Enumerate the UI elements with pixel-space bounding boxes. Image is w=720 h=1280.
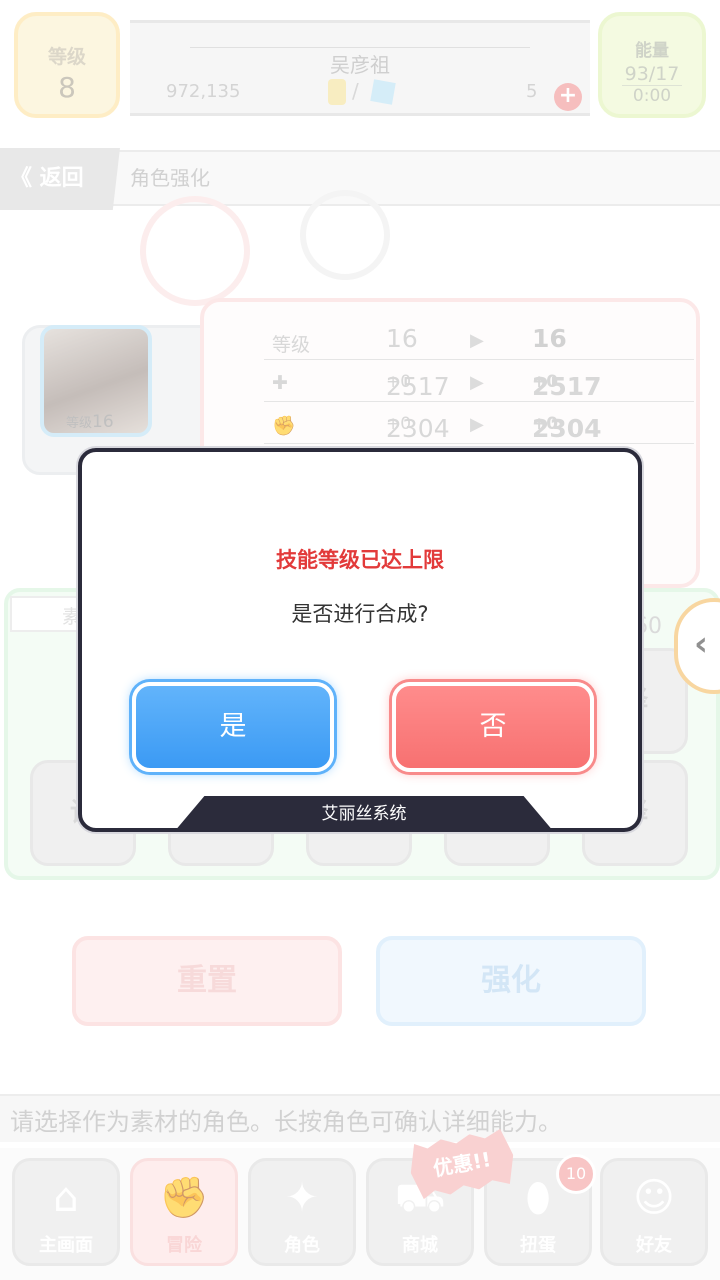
no-button[interactable]: 否	[392, 682, 594, 772]
confirm-dialog: 技能等级已达上限 是否进行合成? 是 否 艾丽丝系统	[78, 448, 642, 832]
dialog-message: 是否进行合成?	[291, 602, 429, 626]
dialog-title: 技能等级已达上限	[276, 548, 444, 572]
dialog-footer: 艾丽丝系统	[174, 796, 554, 832]
yes-button[interactable]: 是	[132, 682, 334, 772]
